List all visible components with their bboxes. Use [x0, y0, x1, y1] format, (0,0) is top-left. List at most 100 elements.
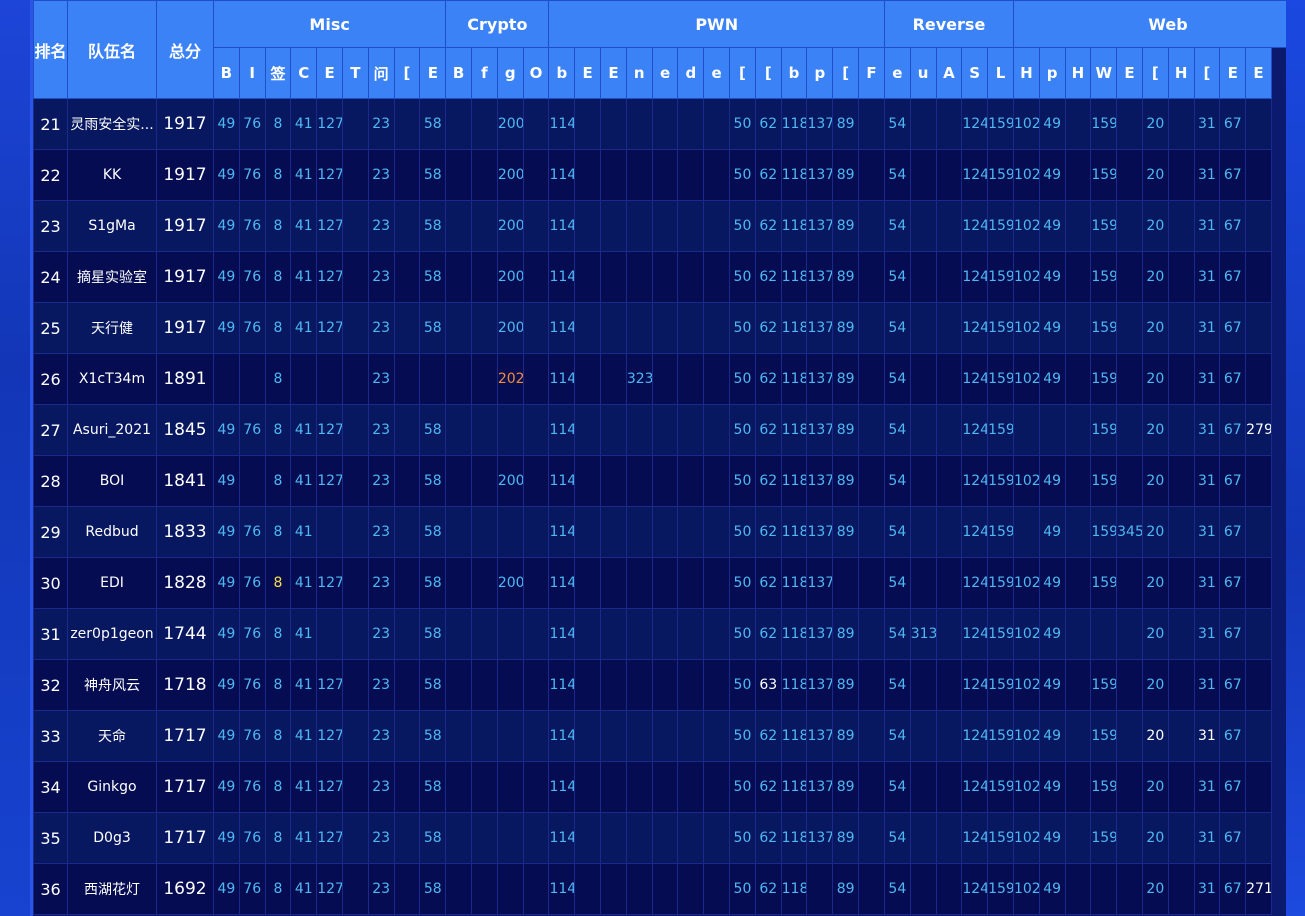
score-cell — [677, 659, 705, 711]
challenge-header[interactable]: [ — [754, 47, 782, 99]
challenge-header[interactable]: H — [1012, 47, 1040, 99]
team-name-cell[interactable]: Ginkgo — [67, 761, 157, 813]
challenge-header[interactable]: E — [1116, 47, 1143, 99]
challenge-header[interactable]: E — [1219, 47, 1247, 99]
team-row[interactable]: 27 Asuri_2021 1845 49 76 8 41 127 23 58 114 50 62 118… — [33, 404, 1287, 456]
score-cell: 159 — [987, 506, 1014, 558]
team-name-cell[interactable]: D0g3 — [67, 812, 157, 864]
challenge-header[interactable]: b — [548, 47, 576, 99]
team-name-cell[interactable]: zer0p1geon — [67, 608, 157, 660]
team-name-cell[interactable]: 天命 — [67, 710, 157, 762]
score-cell: 137 — [806, 455, 834, 507]
team-row[interactable]: 36 西湖花灯 1692 49 76 8 41 127 23 58 114 50 62 118 89 54 12… — [33, 863, 1287, 915]
challenge-header[interactable]: n — [625, 47, 653, 99]
challenge-header[interactable]: [ — [1141, 47, 1169, 99]
challenge-header[interactable]: [ — [832, 47, 860, 99]
team-row[interactable]: 29 Redbud 1833 49 76 8 41 23 58 114 50 62 118 137 89 54… — [33, 506, 1287, 558]
challenge-header[interactable]: S — [961, 47, 989, 99]
score-cell: 118 — [780, 302, 808, 354]
team-name-cell[interactable]: EDI — [67, 557, 157, 609]
challenge-header[interactable]: C — [290, 47, 318, 99]
team-row[interactable]: 26 X1cT34m 1891 8 23 202 114 323 50 62 118 137 89 54 1… — [33, 353, 1287, 405]
challenge-header[interactable]: B — [445, 47, 473, 99]
total-score-cell: 1744 — [156, 608, 214, 660]
team-row[interactable]: 35 D0g3 1717 49 76 8 41 127 23 58 114 50 62 118 137 89 5… — [33, 812, 1287, 864]
team-name-cell[interactable]: KK — [67, 149, 157, 201]
challenge-header[interactable]: W — [1090, 47, 1118, 99]
team-header[interactable]: 队伍名 — [67, 0, 157, 99]
challenge-header[interactable]: b — [780, 47, 808, 99]
team-row[interactable]: 32 神舟风云 1718 49 76 8 41 127 23 58 114 50 63 118 137 89 5… — [33, 659, 1287, 711]
challenge-header[interactable]: I — [238, 47, 266, 99]
score-cell: 23 — [367, 200, 395, 252]
score-cell: 49 — [213, 812, 240, 864]
challenge-header[interactable]: E — [1245, 47, 1272, 99]
score-cell: 31 — [1193, 404, 1221, 456]
team-name-cell[interactable]: S1gMa — [67, 200, 157, 252]
challenge-header[interactable]: E — [574, 47, 602, 99]
score-cell: 31 — [1193, 98, 1221, 150]
challenge-header[interactable]: g — [496, 47, 524, 99]
challenge-header[interactable]: 签 — [264, 47, 292, 99]
score-cell: 114 — [548, 200, 576, 252]
score-cell: 159 — [1090, 200, 1118, 252]
score-cell — [471, 608, 498, 660]
team-row[interactable]: 34 Ginkgo 1717 49 76 8 41 127 23 58 114 50 62 118 137 8… — [33, 761, 1287, 813]
scoreboard-scroll-area[interactable]: 排名 队伍名 总分 Misc Crypto PWN Reverse Web BI签CET… — [33, 0, 1286, 916]
challenge-header[interactable]: e — [651, 47, 679, 99]
score-cell — [677, 200, 705, 252]
team-name-cell[interactable]: BOI — [67, 455, 157, 507]
challenge-header[interactable]: L — [987, 47, 1014, 99]
challenge-header[interactable]: d — [677, 47, 705, 99]
team-name-cell[interactable]: Redbud — [67, 506, 157, 558]
challenge-header[interactable]: O — [522, 47, 550, 99]
team-row[interactable]: 25 天行健 1917 49 76 8 41 127 23 58 200 114 50 62 118 137 8… — [33, 302, 1287, 354]
score-cell — [290, 353, 318, 405]
team-name-cell[interactable]: X1cT34m — [67, 353, 157, 405]
score-cell — [341, 863, 369, 915]
rank-header[interactable]: 排名 — [33, 0, 68, 99]
challenge-header[interactable]: f — [471, 47, 498, 99]
challenge-header[interactable]: H — [1064, 47, 1092, 99]
challenge-header[interactable]: [ — [1193, 47, 1221, 99]
score-cell: 118 — [780, 710, 808, 762]
score-cell — [341, 404, 369, 456]
challenge-header[interactable]: p — [1038, 47, 1066, 99]
score-cell — [393, 404, 421, 456]
challenge-header[interactable]: [ — [393, 47, 421, 99]
challenge-header[interactable]: p — [806, 47, 834, 99]
score-cell — [574, 659, 602, 711]
team-row[interactable]: 31 zer0p1geon 1744 49 76 8 41 23 58 114 50 62 118 137… — [33, 608, 1287, 660]
challenge-header[interactable]: A — [935, 47, 963, 99]
team-name-cell[interactable]: 天行健 — [67, 302, 157, 354]
team-name-cell[interactable]: 西湖花灯 — [67, 863, 157, 915]
score-cell — [574, 251, 602, 303]
challenge-header[interactable]: e — [703, 47, 731, 99]
challenge-header[interactable]: E — [600, 47, 627, 99]
team-row[interactable]: 22 KK 1917 49 76 8 41 127 23 58 200 114 50 62 118 137 89… — [33, 149, 1287, 201]
team-row[interactable]: 30 EDI 1828 49 76 8 41 127 23 58 200 114 50 62 118 137 5… — [33, 557, 1287, 609]
total-header[interactable]: 总分 — [156, 0, 214, 99]
team-row[interactable]: 28 BOI 1841 49 8 41 127 23 58 200 114 50 62 118 137 89 5… — [33, 455, 1287, 507]
challenge-header[interactable]: T — [341, 47, 369, 99]
challenge-header[interactable]: u — [909, 47, 937, 99]
team-name-cell[interactable]: 灵雨安全实... — [67, 98, 157, 150]
team-row[interactable]: 33 天命 1717 49 76 8 41 127 23 58 114 50 62 118 137 89 54 1… — [33, 710, 1287, 762]
challenge-header[interactable]: E — [419, 47, 447, 99]
team-row[interactable]: 24 摘星实验室 1917 49 76 8 41 127 23 58 200 114 50 62 118 13… — [33, 251, 1287, 303]
challenge-header[interactable]: B — [213, 47, 240, 99]
challenge-header[interactable]: F — [858, 47, 885, 99]
score-cell: 62 — [754, 710, 782, 762]
challenge-header[interactable]: 问 — [367, 47, 395, 99]
challenge-header[interactable]: e — [883, 47, 911, 99]
team-row[interactable]: 23 S1gMa 1917 49 76 8 41 127 23 58 200 114 50 62 118 13… — [33, 200, 1287, 252]
challenge-header[interactable]: [ — [729, 47, 756, 99]
score-cell — [935, 761, 963, 813]
score-cell: 49 — [1038, 863, 1066, 915]
challenge-header[interactable]: H — [1167, 47, 1195, 99]
team-row[interactable]: 21 灵雨安全实... 1917 49 76 8 41 127 23 58 200 114 50 62 11… — [33, 98, 1287, 150]
team-name-cell[interactable]: Asuri_2021 — [67, 404, 157, 456]
challenge-header[interactable]: E — [316, 47, 343, 99]
team-name-cell[interactable]: 神舟风云 — [67, 659, 157, 711]
team-name-cell[interactable]: 摘星实验室 — [67, 251, 157, 303]
